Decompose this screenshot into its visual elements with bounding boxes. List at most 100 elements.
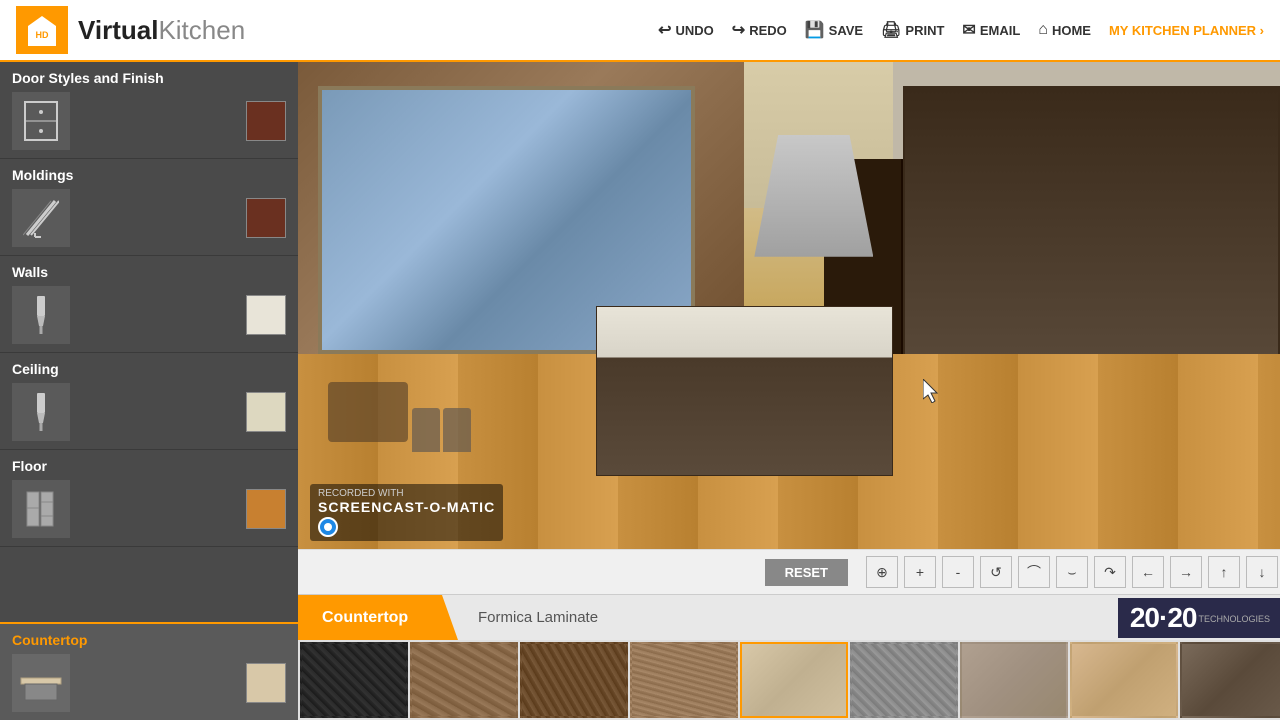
pan-down-button[interactable]: ↓ xyxy=(1246,556,1278,588)
paintbrush-ceiling-icon xyxy=(29,391,53,433)
kitchen-render: RECORDED WITH SCREENCAST-O-MATIC xyxy=(298,62,1280,549)
save-label: SAVE xyxy=(829,23,863,38)
sample-tile-8[interactable] xyxy=(1070,642,1178,718)
dining-table xyxy=(328,382,408,442)
app-title-bold: Virtual xyxy=(78,15,158,45)
walls-title: Walls xyxy=(12,264,286,280)
door-styles-color[interactable] xyxy=(246,101,286,141)
countertop-color[interactable] xyxy=(246,663,286,703)
tilt-down-button[interactable]: ⌣ xyxy=(1056,556,1088,588)
redo-label: REDO xyxy=(749,23,787,38)
countertop-tab-label: Countertop xyxy=(322,609,408,627)
ceiling-section: Ceiling xyxy=(0,353,298,450)
countertop-icon-box[interactable] xyxy=(12,654,70,712)
print-icon: 🖨 xyxy=(881,20,901,40)
paintbrush-wall-icon xyxy=(29,294,53,336)
kitchen-planner-label: MY KITCHEN PLANNER › xyxy=(1109,23,1264,38)
sample-tile-3[interactable] xyxy=(520,642,628,718)
logo-2020-text: 20·20 xyxy=(1130,602,1197,634)
app-title: VirtualKitchen xyxy=(78,15,245,46)
sample-tile-1[interactable] xyxy=(300,642,408,718)
moldings-section: Moldings xyxy=(0,159,298,256)
door-styles-row xyxy=(12,92,286,150)
floor-section: Floor xyxy=(0,450,298,547)
pan-right-cw-button[interactable]: ↷ xyxy=(1094,556,1126,588)
countertop-title: Countertop xyxy=(12,632,286,648)
zoom-in-button[interactable]: + xyxy=(904,556,936,588)
moldings-color[interactable] xyxy=(246,198,286,238)
material-label: Formica Laminate xyxy=(478,609,598,626)
walls-icon-box[interactable] xyxy=(12,286,70,344)
samples-row xyxy=(298,640,1280,720)
cabinet-icon xyxy=(23,100,59,142)
controls-bar: RESET ⊕ + - ↺ ⌒ ⌣ ↷ ← → ↑ ↓ xyxy=(298,549,1280,594)
header-nav: ↩ UNDO ↪ REDO 💾 SAVE 🖨 PRINT ✉ EMAIL ⌂ H… xyxy=(658,20,1264,40)
ceiling-title: Ceiling xyxy=(12,361,286,377)
countertop-row xyxy=(12,654,286,712)
countertop-tab[interactable]: Countertop xyxy=(298,595,458,640)
zoom-out-button[interactable]: - xyxy=(942,556,974,588)
kitchen-upper-cabinet xyxy=(903,86,1280,378)
pan-left-button[interactable]: ← xyxy=(1132,556,1164,588)
screencast-watermark: RECORDED WITH SCREENCAST-O-MATIC xyxy=(310,484,503,541)
ceiling-color[interactable] xyxy=(246,392,286,432)
main-layout: Door Styles and Finish Moldings xyxy=(0,62,1280,720)
tilt-up-button[interactable]: ⌒ xyxy=(1018,556,1050,588)
sample-tile-4[interactable] xyxy=(630,642,738,718)
save-icon: 💾 xyxy=(805,20,825,40)
kitchen-planner-button[interactable]: MY KITCHEN PLANNER › xyxy=(1109,23,1264,38)
moldings-title: Moldings xyxy=(12,167,286,183)
floor-icon-box[interactable] xyxy=(12,480,70,538)
email-label: EMAIL xyxy=(980,23,1020,38)
watermark-line1: RECORDED WITH xyxy=(318,488,495,499)
undo-button[interactable]: ↩ UNDO xyxy=(658,20,714,40)
walls-section: Walls xyxy=(0,256,298,353)
walls-color[interactable] xyxy=(246,295,286,335)
door-styles-icon-box[interactable] xyxy=(12,92,70,150)
sample-tile-5[interactable] xyxy=(740,642,848,718)
sample-tile-2[interactable] xyxy=(410,642,518,718)
ceiling-row xyxy=(12,383,286,441)
rotate-ccw-button[interactable]: ↺ xyxy=(980,556,1012,588)
pan-up-button[interactable]: ↑ xyxy=(1208,556,1240,588)
floor-title: Floor xyxy=(12,458,286,474)
kitchen-scene xyxy=(298,62,1280,549)
zoom-fit-button[interactable]: ⊕ xyxy=(866,556,898,588)
home-icon: ⌂ xyxy=(1038,21,1048,39)
home-button[interactable]: ⌂ HOME xyxy=(1038,21,1091,39)
screencast-logo xyxy=(318,517,495,537)
walls-row xyxy=(12,286,286,344)
molding-icon xyxy=(23,197,59,239)
email-icon: ✉ xyxy=(962,20,975,40)
door-styles-section: Door Styles and Finish xyxy=(0,62,298,159)
sample-tile-6[interactable] xyxy=(850,642,958,718)
print-label: PRINT xyxy=(905,23,944,38)
logo-tech-text: TECHNOLOGIES xyxy=(1198,614,1270,625)
kitchen-dining-area xyxy=(328,257,606,452)
home-depot-logo[interactable]: HD xyxy=(16,6,68,54)
print-button[interactable]: 🖨 PRINT xyxy=(881,20,944,40)
countertop-section: Countertop xyxy=(0,622,298,720)
sample-tile-9[interactable] xyxy=(1180,642,1280,718)
dining-chairs xyxy=(412,408,471,452)
tab-bar: Countertop Formica Laminate 20·20 TECHNO… xyxy=(298,594,1280,640)
moldings-icon-box[interactable] xyxy=(12,189,70,247)
svg-text:HD: HD xyxy=(36,30,49,40)
floor-color[interactable] xyxy=(246,489,286,529)
sample-tile-7[interactable] xyxy=(960,642,1068,718)
reset-button[interactable]: RESET xyxy=(765,559,848,586)
floor-row xyxy=(12,480,286,538)
moldings-row xyxy=(12,189,286,247)
email-button[interactable]: ✉ EMAIL xyxy=(962,20,1020,40)
save-button[interactable]: 💾 SAVE xyxy=(805,20,863,40)
redo-button[interactable]: ↪ REDO xyxy=(732,20,787,40)
watermark-line2: SCREENCAST-O-MATIC xyxy=(318,499,495,515)
content-area: RECORDED WITH SCREENCAST-O-MATIC RESET ⊕… xyxy=(298,62,1280,720)
countertop-icon xyxy=(17,662,65,704)
ceiling-icon-box[interactable] xyxy=(12,383,70,441)
undo-icon: ↩ xyxy=(658,20,671,40)
home-depot-logo-svg: HD xyxy=(22,10,62,50)
pan-right-button[interactable]: → xyxy=(1170,556,1202,588)
redo-icon: ↪ xyxy=(732,20,745,40)
kitchen-island xyxy=(596,306,894,476)
